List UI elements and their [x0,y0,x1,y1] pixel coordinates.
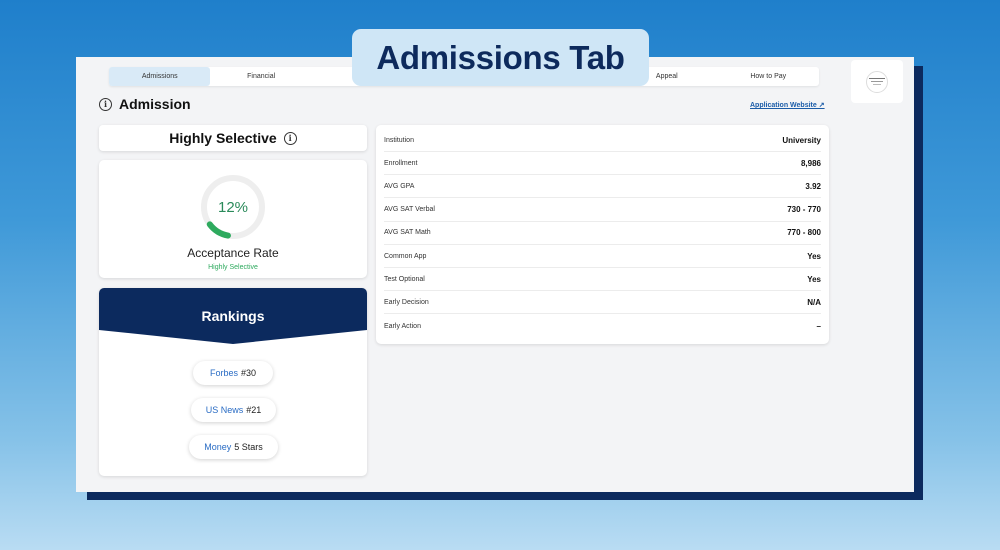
detail-value: University [782,135,821,145]
detail-value: 3.92 [805,181,821,191]
detail-value: 730 - 770 [787,205,821,215]
acceptance-rate-value: 12% [217,198,249,216]
detail-label: Early Decision [384,298,429,306]
detail-row: Early Action – [384,315,821,338]
application-website-link[interactable]: Application Website ↗ [750,101,825,109]
ranking-forbes[interactable]: Forbes #30 [193,361,273,385]
detail-row: AVG SAT Verbal 730 - 770 [384,199,821,222]
section-header: i Admission [99,96,191,112]
detail-row: Enrollment 8,986 [384,152,821,176]
tab-admissions[interactable]: Admissions [109,67,211,86]
section-title: Admission [119,96,191,112]
detail-label: Enrollment [384,159,418,167]
selectivity-label: Highly Selective [169,130,277,146]
detail-row: AVG SAT Math 770 - 800 [384,222,821,245]
ranking-us-news[interactable]: US News #21 [191,398,276,422]
university-logo [851,60,903,103]
ranking-value: #30 [240,368,257,378]
detail-row: AVG GPA 3.92 [384,175,821,199]
detail-row: Common App Yes [384,245,821,268]
detail-label: Early Action [384,322,421,330]
ranking-value: 5 Stars [234,442,263,452]
acceptance-sublabel: Highly Selective [208,264,258,271]
detail-value: 8,986 [800,158,821,168]
detail-row: Test Optional Yes [384,268,821,292]
acceptance-rate-label: Acceptance Rate [187,246,279,260]
detail-value: Yes [807,251,821,261]
rankings-card: Rankings Forbes #30 US News #21 Money 5 … [99,288,367,476]
tab-how-to-pay[interactable]: How to Pay [718,67,819,86]
detail-label: AVG GPA [384,182,415,190]
detail-value: Yes [807,274,821,284]
detail-label: Common App [384,252,427,260]
detail-label: Institution [384,136,414,144]
detail-label: AVG SAT Verbal [384,206,435,214]
selectivity-info-icon[interactable]: i [283,131,297,145]
seal-icon [866,70,888,93]
ranking-source: Money [204,442,232,452]
detail-value: – [816,321,821,331]
info-icon[interactable]: i [99,97,112,111]
rankings-title: Rankings [201,308,265,324]
ranking-money[interactable]: Money 5 Stars [189,435,278,459]
details-table: Institution University Enrollment 8,986 AVG … [376,125,829,344]
selectivity-badge: Highly Selective i [99,125,367,151]
detail-label: AVG SAT Math [384,229,431,237]
detail-value: N/A [807,297,821,307]
detail-value: 770 - 800 [787,228,821,238]
detail-row: Institution University [384,129,821,152]
page-title: Admissions Tab [352,29,649,86]
detail-label: Test Optional [384,275,425,283]
ranking-value: #21 [246,405,262,415]
tab-financial[interactable]: Financial [210,67,311,86]
detail-row: Early Decision N/A [384,291,821,315]
seal-mark-icon [869,77,885,85]
ranking-source: US News [205,405,244,415]
acceptance-card: 12% Acceptance Rate Highly Selective [99,160,367,278]
ranking-source: Forbes [209,368,238,378]
